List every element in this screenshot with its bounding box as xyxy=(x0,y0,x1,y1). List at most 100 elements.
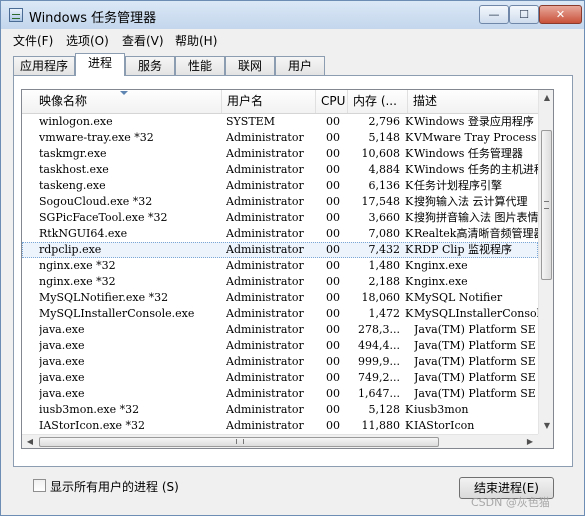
user-name-cell: Administrator xyxy=(226,275,304,288)
table-row[interactable]: vmware-tray.exe *32 Administrator 00 5,148 K… xyxy=(22,130,538,146)
table-row[interactable]: nginx.exe *32 Administrator 00 2,188 Knginx.… xyxy=(22,274,538,290)
column-description[interactable]: 描述 xyxy=(408,90,538,113)
cpu-cell: 00 xyxy=(326,355,340,368)
task-manager-window: Windows 任务管理器 — ☐ ✕ 文件(F) 选项(O) 查看(V) 帮助… xyxy=(0,0,585,516)
tab-applications[interactable]: 应用程序 xyxy=(13,56,75,75)
description-cell: Windows 任务的主机进程 xyxy=(414,163,538,176)
memory-cell: 3,660 xyxy=(368,211,401,224)
user-name-cell: Administrator xyxy=(226,419,304,432)
cpu-cell: 00 xyxy=(326,323,340,336)
horizontal-scroll-thumb[interactable] xyxy=(39,437,439,447)
image-name-cell: taskmgr.exe xyxy=(39,147,107,160)
table-row[interactable]: IAStorIcon.exe *32 Administrator 00 11,880 K… xyxy=(22,418,538,434)
cpu-cell: 00 xyxy=(326,131,340,144)
maximize-button[interactable]: ☐ xyxy=(509,5,539,24)
horizontal-scrollbar[interactable]: ◀ ▶ xyxy=(22,434,538,448)
menu-options[interactable]: 选项(O) xyxy=(66,32,109,49)
table-row[interactable]: java.exe Administrator 00 749,2... Java(TM) … xyxy=(22,370,538,386)
vertical-scrollbar[interactable]: ▲ ▼ xyxy=(538,90,553,434)
table-row[interactable]: MySQLNotifier.exe *32 Administrator 00 18,0… xyxy=(22,290,538,306)
tab-networking[interactable]: 联网 xyxy=(225,56,275,75)
description-cell: RDP Clip 监视程序 xyxy=(414,243,512,256)
column-user-name[interactable]: 用户名 xyxy=(222,90,316,113)
image-name-cell: SogouCloud.exe *32 xyxy=(39,195,153,208)
column-memory[interactable]: 内存 (... xyxy=(348,90,408,113)
scroll-left-icon[interactable]: ◀ xyxy=(22,435,38,448)
grip-icon xyxy=(236,439,244,444)
description-cell: 任务计划程序引擎 xyxy=(414,179,502,192)
tab-services[interactable]: 服务 xyxy=(125,56,175,75)
user-name-cell: Administrator xyxy=(226,211,304,224)
image-name-cell: IAStorIcon.exe *32 xyxy=(39,419,146,432)
column-image-name[interactable]: 映像名称 xyxy=(34,90,222,113)
user-name-cell: Administrator xyxy=(226,163,304,176)
scroll-down-icon[interactable]: ▼ xyxy=(539,418,553,434)
show-all-users-hotkey: (S) xyxy=(161,480,179,494)
description-cell: Java(TM) Platform SE xyxy=(414,387,536,400)
cpu-cell: 00 xyxy=(326,227,340,240)
cpu-cell: 00 xyxy=(326,163,340,176)
memory-cell: 11,880 xyxy=(361,419,401,432)
table-row[interactable]: taskmgr.exe Administrator 00 10,608 K Windows… xyxy=(22,146,538,162)
description-cell: VMware Tray Process xyxy=(414,131,537,144)
close-button[interactable]: ✕ xyxy=(539,5,582,24)
memory-cell: 2,796 xyxy=(368,115,401,128)
memory-cell: 7,432 xyxy=(368,243,401,256)
user-name-cell: Administrator xyxy=(226,403,304,416)
table-row[interactable]: taskhost.exe Administrator 00 4,884 K Windows… xyxy=(22,162,538,178)
image-name-cell: java.exe xyxy=(39,355,85,368)
memory-cell: 278,3... xyxy=(358,323,400,336)
table-row[interactable]: iusb3mon.exe *32 Administrator 00 5,128 Kius… xyxy=(22,402,538,418)
description-cell: Java(TM) Platform SE xyxy=(414,371,536,384)
process-list[interactable]: 映像名称 用户名 CPU 内存 (... 描述 winlogon.exe SYST… xyxy=(21,89,554,449)
table-row[interactable]: taskeng.exe Administrator 00 6,136 K 任务计划程序引擎 xyxy=(22,178,538,194)
memory-cell: 494,4... xyxy=(358,339,400,352)
memory-cell: 1,480 xyxy=(368,259,401,272)
table-row[interactable]: java.exe Administrator 00 1,647... Java(TM) … xyxy=(22,386,538,402)
table-row[interactable]: java.exe Administrator 00 278,3... Java(TM) … xyxy=(22,322,538,338)
table-row[interactable]: java.exe Administrator 00 494,4... Java(TM) … xyxy=(22,338,538,354)
table-row[interactable]: nginx.exe *32 Administrator 00 1,480 Knginx.… xyxy=(22,258,538,274)
description-cell: nginx.exe xyxy=(414,259,468,272)
description-cell: Realtek高清晰音频管理器 xyxy=(414,227,538,240)
memory-cell: 7,080 xyxy=(368,227,401,240)
column-cpu[interactable]: CPU xyxy=(316,90,348,113)
menu-bar: 文件(F) 选项(O) 查看(V) 帮助(H) xyxy=(1,29,584,49)
user-name-cell: Administrator xyxy=(226,147,304,160)
show-all-users-label[interactable]: 显示所有用户的进程 (S) xyxy=(50,478,179,495)
watermark-text: CSDN @灰色猫 xyxy=(471,496,550,509)
minimize-button[interactable]: — xyxy=(479,5,509,24)
table-row[interactable]: winlogon.exe SYSTEM 00 2,796 K Windows 登录应用程序 xyxy=(22,114,538,130)
user-name-cell: Administrator xyxy=(226,355,304,368)
task-manager-icon xyxy=(9,8,23,22)
description-cell: 搜狗输入法 云计算代理 xyxy=(414,195,528,208)
table-row[interactable]: SogouCloud.exe *32 Administrator 00 17,548 K… xyxy=(22,194,538,210)
description-cell: Java(TM) Platform SE xyxy=(414,323,536,336)
menu-file[interactable]: 文件(F) xyxy=(13,32,53,49)
image-name-cell: java.exe xyxy=(39,339,85,352)
description-cell: Windows 登录应用程序 xyxy=(414,115,534,128)
menu-help[interactable]: 帮助(H) xyxy=(175,32,217,49)
scroll-up-icon[interactable]: ▲ xyxy=(539,90,553,106)
menu-view[interactable]: 查看(V) xyxy=(122,32,164,49)
cpu-cell: 00 xyxy=(326,371,340,384)
memory-cell: 749,2... xyxy=(358,371,400,384)
show-all-users-checkbox[interactable] xyxy=(33,479,46,492)
scroll-right-icon[interactable]: ▶ xyxy=(522,435,538,448)
table-row[interactable]: SGPicFaceTool.exe *32 Administrator 00 3,66… xyxy=(22,210,538,226)
image-name-cell: nginx.exe *32 xyxy=(39,259,116,272)
grip-icon xyxy=(544,201,549,209)
title-bar[interactable]: Windows 任务管理器 — ☐ ✕ xyxy=(1,1,584,29)
tab-processes[interactable]: 进程 xyxy=(75,53,125,76)
cpu-cell: 00 xyxy=(326,275,340,288)
vertical-scroll-thumb[interactable] xyxy=(541,130,552,280)
table-row[interactable]: rdpclip.exe Administrator 00 7,432 K RDP Clip… xyxy=(22,242,538,258)
table-row[interactable]: java.exe Administrator 00 999,9... Java(TM) … xyxy=(22,354,538,370)
table-row[interactable]: RtkNGUI64.exe Administrator 00 7,080 K Realte… xyxy=(22,226,538,242)
tab-performance[interactable]: 性能 xyxy=(175,56,225,75)
tab-users[interactable]: 用户 xyxy=(275,56,325,75)
image-name-cell: java.exe xyxy=(39,323,85,336)
image-name-cell: taskhost.exe xyxy=(39,163,109,176)
table-row[interactable]: MySQLInstallerConsole.exe Administrator 00… xyxy=(22,306,538,322)
list-header: 映像名称 用户名 CPU 内存 (... 描述 xyxy=(22,90,538,114)
